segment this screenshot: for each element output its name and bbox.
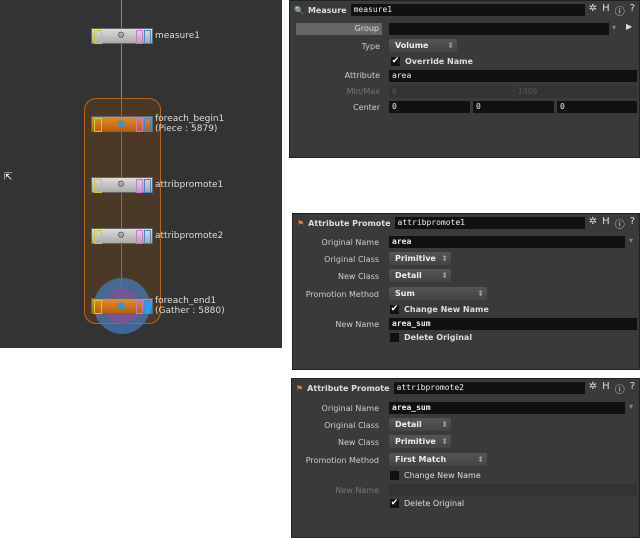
original-name-label: Original Name [321,238,379,247]
info-icon[interactable]: ⓘ [615,216,625,231]
node-label: attribpromote2 [155,231,224,241]
houdini-h-icon[interactable]: H [602,3,610,18]
info-icon[interactable]: ⓘ [615,381,625,396]
new-class-label: New Class [337,272,379,281]
attribpromote-node-icon: ⚙ [117,231,126,241]
delete-original-label: Delete Original [404,499,465,508]
node-label: foreach_end1 (Gather : 5880) [155,296,225,316]
max-field: 1000 [515,86,637,98]
new-name-label: New Name [335,486,379,495]
attribpromote2-parameter-panel: ⚑ Attribute Promote attribpromote2 ✲ Hⓘ? … [291,378,640,538]
attribute-field[interactable]: area [389,70,637,82]
node-name-field[interactable]: attribpromote2 [393,382,585,394]
network-view[interactable]: ⚙ measure1 ● foreach_begin1 (Piece : 587… [0,0,282,348]
node-type-label: Attribute Promote [307,383,390,393]
group-field[interactable] [389,23,609,35]
new-class-menu[interactable]: Primitive [389,435,451,448]
attribpromote-type-icon: ⚑ [296,383,304,393]
mouse-cursor-icon: ⇱ [4,172,13,183]
node-type-label: Measure [307,5,347,15]
check-icon: ✔ [390,304,399,314]
delete-original-label: Delete Original [404,333,473,342]
check-icon: ✔ [391,56,400,66]
node-type-label: Attribute Promote [308,218,391,228]
new-class-menu[interactable]: Detail [389,269,451,282]
original-class-menu[interactable]: Primitive [389,252,451,265]
group-dropdown-icon[interactable]: ▾ [612,23,616,32]
node-label: attribpromote1 [155,180,224,190]
node-name-field[interactable]: measure1 [350,4,585,16]
help-icon[interactable]: ? [630,3,635,18]
promotion-method-menu[interactable]: Sum [389,287,487,300]
new-name-label: New Name [335,320,379,329]
node-foreach-begin1[interactable]: ● [91,116,153,132]
dropdown-icon[interactable]: ▾ [629,402,633,411]
original-class-menu[interactable]: Detail [389,418,451,431]
override-name-checkbox[interactable]: ✔ Override Name [391,57,473,66]
gear-icon[interactable]: ✲ [589,216,597,231]
change-new-name-label: Change New Name [404,305,489,314]
delete-original-checkbox[interactable]: ✔ Delete Original [390,499,464,508]
node-label: measure1 [155,31,200,41]
node-label: foreach_begin1 (Piece : 5879) [155,114,225,134]
check-icon: ✔ [390,498,399,508]
type-menu[interactable]: Volume [389,39,457,52]
measure-type-icon: 🔍 [294,5,304,15]
promotion-method-label: Promotion Method [305,290,379,299]
change-new-name-checkbox[interactable]: ✔ Change New Name [390,305,489,314]
node-name-field[interactable]: attribpromote1 [394,217,585,229]
node-attribpromote1[interactable]: ⚙ [91,177,153,193]
new-class-label: New Class [337,438,379,447]
attribpromote1-parameter-panel: ⚑ Attribute Promote attribpromote1 ✲ Hⓘ? … [292,213,640,370]
help-icon[interactable]: ? [630,216,635,231]
node-attribpromote2[interactable]: ⚙ [91,228,153,244]
checkbox-box [390,471,399,480]
original-name-field[interactable]: area [389,236,625,248]
attribpromote-node-icon: ⚙ [117,180,126,190]
measure-parameter-panel: 🔍 Measure measure1 ✲ Hⓘ? Group ▾ ▶ Type V… [289,0,640,158]
original-class-label: Original Class [324,255,379,264]
select-arrow-icon[interactable]: ▶ [626,22,632,31]
new-name-field [389,484,637,496]
panel-header: ⚑ Attribute Promote attribpromote2 ✲ Hⓘ? [296,381,635,396]
delete-original-checkbox[interactable]: Delete Original [390,333,472,342]
node-foreach-end1[interactable]: ● [91,298,153,314]
original-class-label: Original Class [324,421,379,430]
gear-icon[interactable]: ✲ [589,381,597,396]
min-field: 0 [389,86,513,98]
checkbox-box [390,333,399,342]
panel-header: 🔍 Measure measure1 ✲ Hⓘ? [294,3,635,18]
promotion-method-label: Promotion Method [305,456,379,465]
change-new-name-checkbox[interactable]: Change New Name [390,471,481,480]
attribute-label: Attribute [344,71,380,80]
measure-node-icon: ⚙ [117,31,126,41]
change-new-name-label: Change New Name [404,471,481,480]
promotion-method-menu[interactable]: First Match [389,453,487,466]
foreach-node-icon: ● [117,301,125,311]
dropdown-icon[interactable]: ▾ [629,236,633,245]
node-measure1[interactable]: ⚙ [91,28,153,44]
override-name-label: Override Name [405,57,473,66]
info-icon[interactable]: ⓘ [615,3,625,18]
attribpromote-type-icon: ⚑ [297,218,305,228]
center-x-field[interactable]: 0 [389,101,470,113]
foreach-node-icon: ● [117,119,125,129]
gear-icon[interactable]: ✲ [589,3,597,18]
center-y-field[interactable]: 0 [473,101,554,113]
type-label: Type [361,42,380,51]
houdini-h-icon[interactable]: H [602,216,610,231]
group-label-button[interactable]: Group [296,23,382,35]
original-name-field[interactable]: area_sum [389,402,625,414]
help-icon[interactable]: ? [630,381,635,396]
houdini-h-icon[interactable]: H [602,381,610,396]
new-name-field[interactable]: area_sum [389,318,637,330]
panel-header: ⚑ Attribute Promote attribpromote1 ✲ Hⓘ? [297,216,635,231]
center-z-field[interactable]: 0 [557,101,637,113]
center-label: Center [353,103,380,112]
minmax-label: Min/Max [346,87,380,96]
original-name-label: Original Name [321,404,379,413]
